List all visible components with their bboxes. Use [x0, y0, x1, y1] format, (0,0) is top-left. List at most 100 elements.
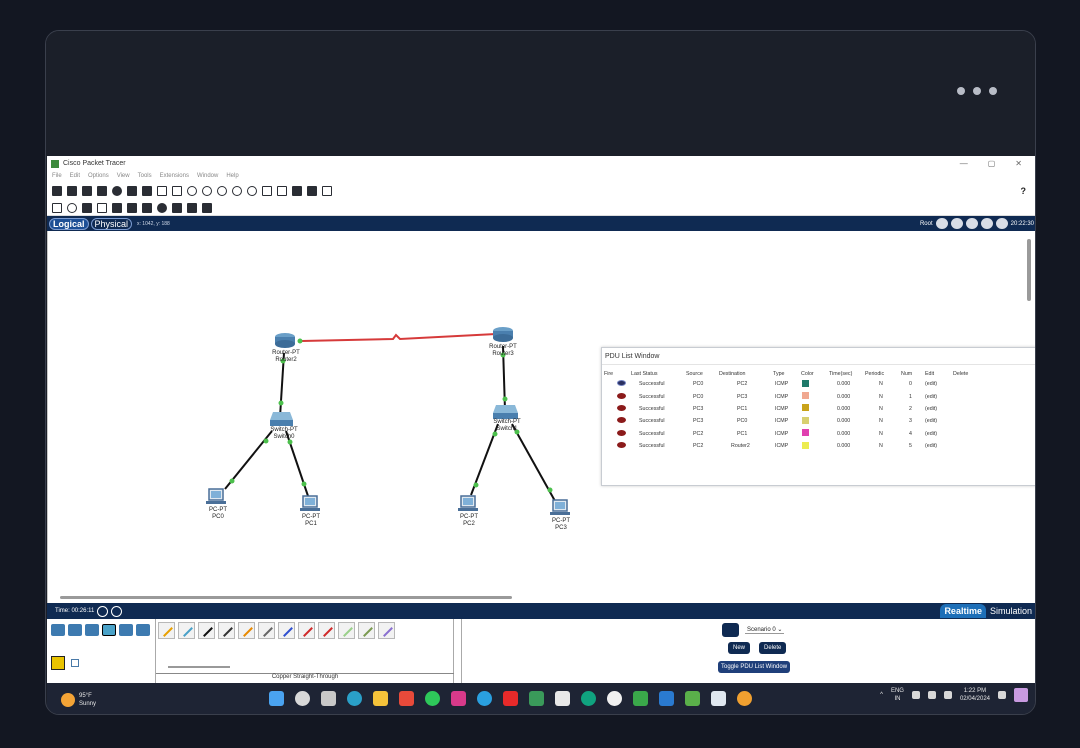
serial-dce-icon[interactable]	[298, 622, 315, 639]
search-icon[interactable]	[295, 691, 310, 706]
volume-icon[interactable]	[927, 691, 936, 699]
battery-icon[interactable]	[943, 691, 952, 699]
network-info-icon[interactable]	[142, 185, 152, 196]
delete-tool-icon[interactable]	[82, 202, 92, 213]
multiuser-icon[interactable]	[136, 624, 150, 636]
switch0-icon[interactable]	[270, 412, 293, 426]
info-icon[interactable]	[112, 185, 122, 196]
chatgpt-icon[interactable]	[581, 691, 596, 706]
wifi-icon[interactable]	[911, 691, 920, 699]
tab-simulation[interactable]: Simulation	[986, 604, 1035, 618]
set-background-icon[interactable]	[980, 218, 993, 229]
youtube-icon[interactable]	[503, 691, 518, 706]
gmail-icon[interactable]	[399, 691, 414, 706]
scenario-select[interactable]: Scenario 0 ⌄	[745, 626, 785, 634]
nodejs-icon[interactable]	[685, 691, 700, 706]
custom-device-icon[interactable]	[277, 185, 287, 196]
pdu-edit-link[interactable]: (edit)	[923, 390, 951, 402]
back-icon[interactable]	[935, 218, 948, 229]
undo-icon[interactable]	[187, 185, 197, 196]
menu-tools[interactable]: Tools	[138, 173, 152, 179]
pdu-edit-link[interactable]: (edit)	[923, 415, 951, 427]
save-icon[interactable]	[82, 185, 92, 196]
pdu-row[interactable]: Successful PC2 PC1 ICMP 0.000 N 4 (edit)	[602, 428, 1035, 440]
fiber-icon[interactable]	[238, 622, 255, 639]
move-object-icon[interactable]	[965, 218, 978, 229]
language-indicator[interactable]: ENG IN	[891, 687, 904, 703]
menu-window[interactable]: Window	[197, 173, 218, 179]
network-devices-icon[interactable]	[51, 624, 65, 636]
fire-button-icon[interactable]	[617, 404, 626, 411]
minimize-icon[interactable]: —	[960, 159, 968, 168]
pc0-icon[interactable]	[206, 488, 226, 504]
palette-icon[interactable]	[262, 185, 272, 196]
fast-forward-icon[interactable]	[111, 605, 123, 617]
pdu-edit-link[interactable]: (edit)	[923, 428, 951, 440]
power-cycle-icon[interactable]	[97, 605, 109, 617]
fire-button-icon[interactable]	[617, 442, 626, 449]
paste-icon[interactable]	[172, 185, 182, 196]
meet-icon[interactable]	[529, 691, 544, 706]
serial-dte-icon[interactable]	[318, 622, 335, 639]
pdu-delete-cell[interactable]	[951, 415, 1035, 427]
connections-icon[interactable]	[102, 624, 116, 636]
pdu-edit-link[interactable]: (edit)	[923, 440, 951, 452]
image-icon[interactable]	[322, 185, 332, 196]
horizontal-scrollbar[interactable]	[60, 596, 512, 599]
notification-bell-icon[interactable]	[998, 691, 1006, 699]
grid-icon[interactable]	[71, 659, 79, 667]
vscode-icon[interactable]	[659, 691, 674, 706]
cluster-icon[interactable]	[950, 218, 963, 229]
draw-rectangle-icon[interactable]	[142, 202, 152, 213]
pdu-delete-cell[interactable]	[951, 390, 1035, 402]
panel-divider[interactable]	[454, 619, 462, 683]
zoom-in-icon[interactable]	[217, 185, 227, 196]
add-simple-pdu-icon[interactable]	[187, 202, 197, 213]
components-icon[interactable]	[85, 624, 99, 636]
copy-icon[interactable]	[157, 185, 167, 196]
pdu-edit-link[interactable]: (edit)	[923, 403, 951, 415]
fire-button-icon[interactable]	[617, 380, 626, 387]
close-icon[interactable]: ✕	[1015, 159, 1022, 168]
help-icon[interactable]: ?	[1021, 186, 1027, 196]
instagram-icon[interactable]	[451, 691, 466, 706]
scenario-info-icon[interactable]	[722, 623, 739, 637]
menu-view[interactable]: View	[117, 173, 130, 179]
logical-workspace[interactable]: Router-PT Router2 Router-PT Router3 Switch…	[47, 231, 1035, 603]
fire-button-icon[interactable]	[617, 417, 626, 424]
pdu-row[interactable]: Successful PC0 PC2 ICMP 0.000 N 0 (edit)	[602, 378, 1035, 390]
fire-button-icon[interactable]	[617, 392, 626, 399]
viewport-icon[interactable]	[292, 185, 302, 196]
pc1-icon[interactable]	[300, 495, 320, 511]
draw-line-icon[interactable]	[127, 202, 137, 213]
menu-file[interactable]: File	[52, 173, 62, 179]
miscellaneous-icon[interactable]	[119, 624, 133, 636]
weather-widget[interactable]: 95°F Sunny	[47, 692, 96, 708]
octal-icon[interactable]	[338, 622, 355, 639]
whatsapp-icon[interactable]	[425, 691, 440, 706]
usb-cable-icon[interactable]	[378, 622, 395, 639]
phone-icon[interactable]	[258, 622, 275, 639]
draw-ellipse-icon[interactable]	[157, 202, 167, 213]
github-icon[interactable]	[607, 691, 622, 706]
tab-physical[interactable]: Physical	[90, 217, 133, 230]
pdu-row[interactable]: Successful PC3 PC0 ICMP 0.000 N 3 (edit)	[602, 415, 1035, 427]
pdu-delete-cell[interactable]	[951, 428, 1035, 440]
task-view-icon[interactable]	[321, 691, 336, 706]
inspect-icon[interactable]	[67, 202, 77, 213]
print-icon[interactable]	[97, 185, 107, 196]
pc3-icon[interactable]	[550, 499, 570, 515]
add-complex-pdu-icon[interactable]	[202, 202, 212, 213]
screenshot-icon[interactable]	[307, 185, 317, 196]
menu-extensions[interactable]: Extensions	[160, 173, 189, 179]
packet-tracer-taskbar-icon[interactable]	[737, 691, 752, 706]
router2-icon[interactable]	[275, 333, 295, 348]
menu-edit[interactable]: Edit	[70, 173, 80, 179]
telegram-icon[interactable]	[477, 691, 492, 706]
pdu-row[interactable]: Successful PC3 PC1 ICMP 0.000 N 2 (edit)	[602, 403, 1035, 415]
menu-help[interactable]: Help	[226, 173, 238, 179]
resize-shape-icon[interactable]	[97, 202, 107, 213]
connections-subtype-icon[interactable]	[51, 656, 65, 670]
serial-link[interactable]	[301, 333, 497, 342]
copper-cross-over-icon[interactable]	[218, 622, 235, 639]
